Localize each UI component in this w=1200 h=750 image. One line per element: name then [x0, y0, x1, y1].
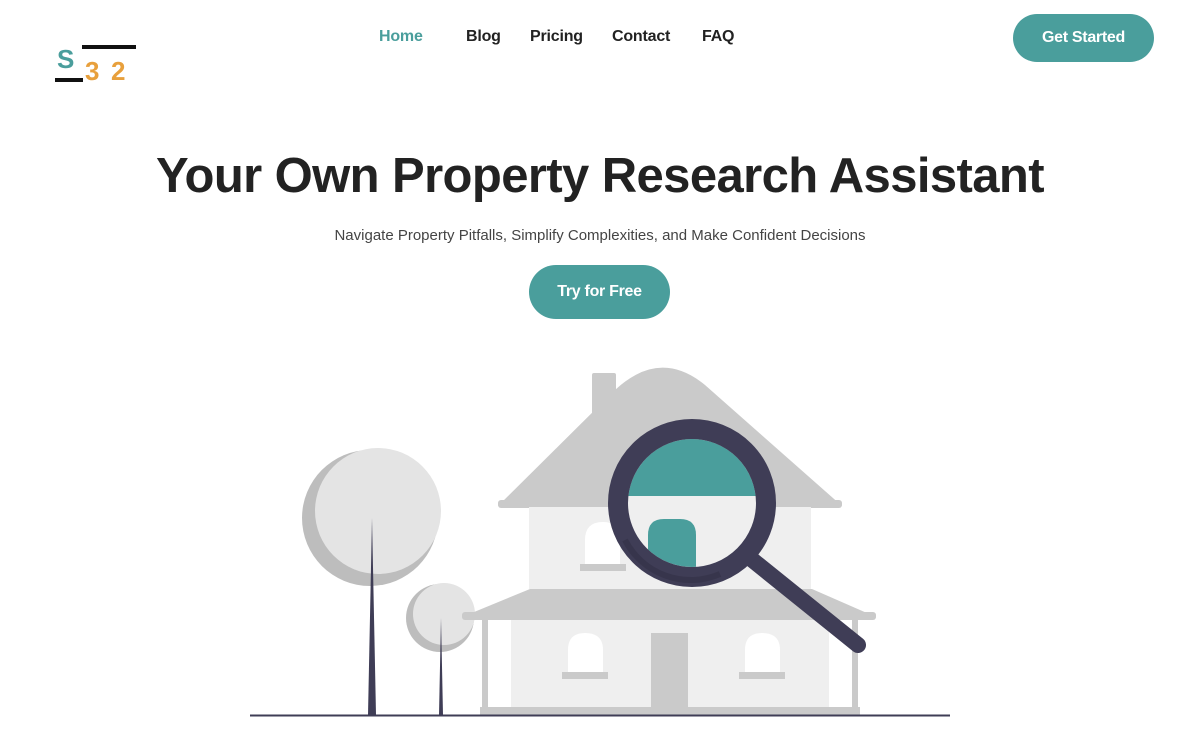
- hero-illustration: [250, 367, 950, 717]
- logo[interactable]: S 3 2: [54, 44, 138, 86]
- tree-large-icon: [302, 448, 441, 715]
- nav-item-home[interactable]: Home: [379, 28, 423, 46]
- magnifying-glass-icon: [608, 419, 866, 653]
- logo-digit-3: 3: [85, 56, 99, 86]
- hero-title: Your Own Property Research Assistant: [156, 149, 1045, 203]
- get-started-button[interactable]: Get Started: [1013, 14, 1154, 62]
- logo-digit-2: 2: [111, 56, 125, 86]
- nav-item-blog[interactable]: Blog: [466, 28, 501, 46]
- nav-item-pricing[interactable]: Pricing: [530, 28, 583, 46]
- logo-underline: [55, 78, 83, 82]
- try-for-free-button[interactable]: Try for Free: [529, 265, 670, 319]
- nav-item-contact[interactable]: Contact: [612, 28, 670, 46]
- hero-subtitle: Navigate Property Pitfalls, Simplify Com…: [334, 227, 866, 244]
- house-icon: [462, 367, 876, 715]
- tree-small-icon: [406, 583, 475, 715]
- nav-item-faq[interactable]: FAQ: [702, 28, 734, 46]
